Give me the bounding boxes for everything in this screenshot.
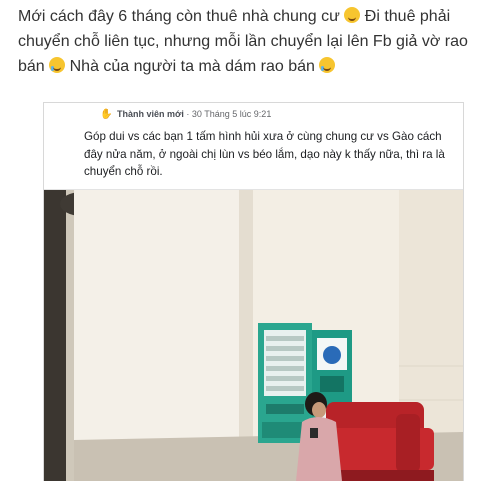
phone: [310, 428, 318, 438]
post-photo: [44, 190, 463, 481]
wave-hand-icon: ✋: [100, 109, 113, 120]
post-timestamp: 30 Tháng 5 lúc 9:21: [191, 109, 272, 119]
caption-text-3: Nhà của người ta mà dám rao bán: [69, 58, 315, 75]
member-badge: Thành viên mới: [116, 109, 184, 119]
post-header: ✋ Thành viên mới · 30 Tháng 5 lúc 9:21 G…: [44, 103, 463, 190]
grin-emoji-icon: [344, 7, 361, 23]
caption-text-1: Mới cách đây 6 tháng còn thuê nhà chung …: [18, 8, 340, 25]
embedded-post-screenshot: ✋ Thành viên mới · 30 Tháng 5 lúc 9:21 G…: [43, 102, 464, 481]
meta-separator: ·: [186, 109, 190, 119]
laughing-tears-emoji-icon: [49, 57, 66, 73]
left-doorway: [44, 190, 66, 481]
article-caption: Mới cách đây 6 tháng còn thuê nhà chung …: [18, 4, 488, 79]
post-body-text: Góp dui vs các bạn 1 tấm hình hủi xưa ở …: [84, 130, 445, 178]
post-meta: ✋ Thành viên mới · 30 Tháng 5 lúc 9:21: [100, 109, 271, 120]
person-body: [296, 417, 342, 481]
laughing-tears-emoji-icon: [319, 57, 336, 73]
